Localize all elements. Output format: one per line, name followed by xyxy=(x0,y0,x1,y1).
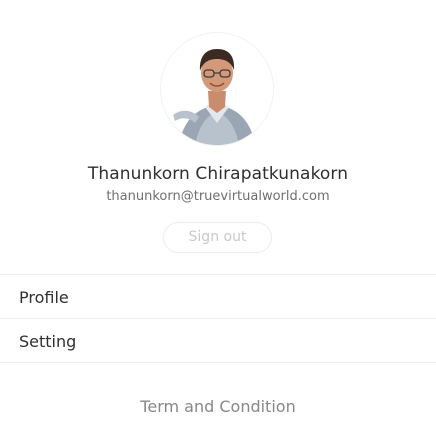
menu-item-setting[interactable]: Setting xyxy=(0,319,436,362)
avatar xyxy=(161,33,273,145)
menu-divider xyxy=(0,362,436,363)
user-name: Thanunkorn Chirapatkunakorn xyxy=(87,164,349,184)
user-email: thanunkorn@truevirtualworld.com xyxy=(106,189,330,204)
terms-and-condition-link[interactable]: Term and Condition xyxy=(0,397,436,416)
menu-item-label: Profile xyxy=(19,288,69,307)
sign-out-button[interactable]: Sign out xyxy=(163,222,272,253)
menu-item-profile[interactable]: Profile xyxy=(0,275,436,318)
menu-item-label: Setting xyxy=(19,332,77,351)
user-photo xyxy=(161,33,273,145)
profile-panel: Thanunkorn Chirapatkunakorn thanunkorn@t… xyxy=(0,0,436,434)
